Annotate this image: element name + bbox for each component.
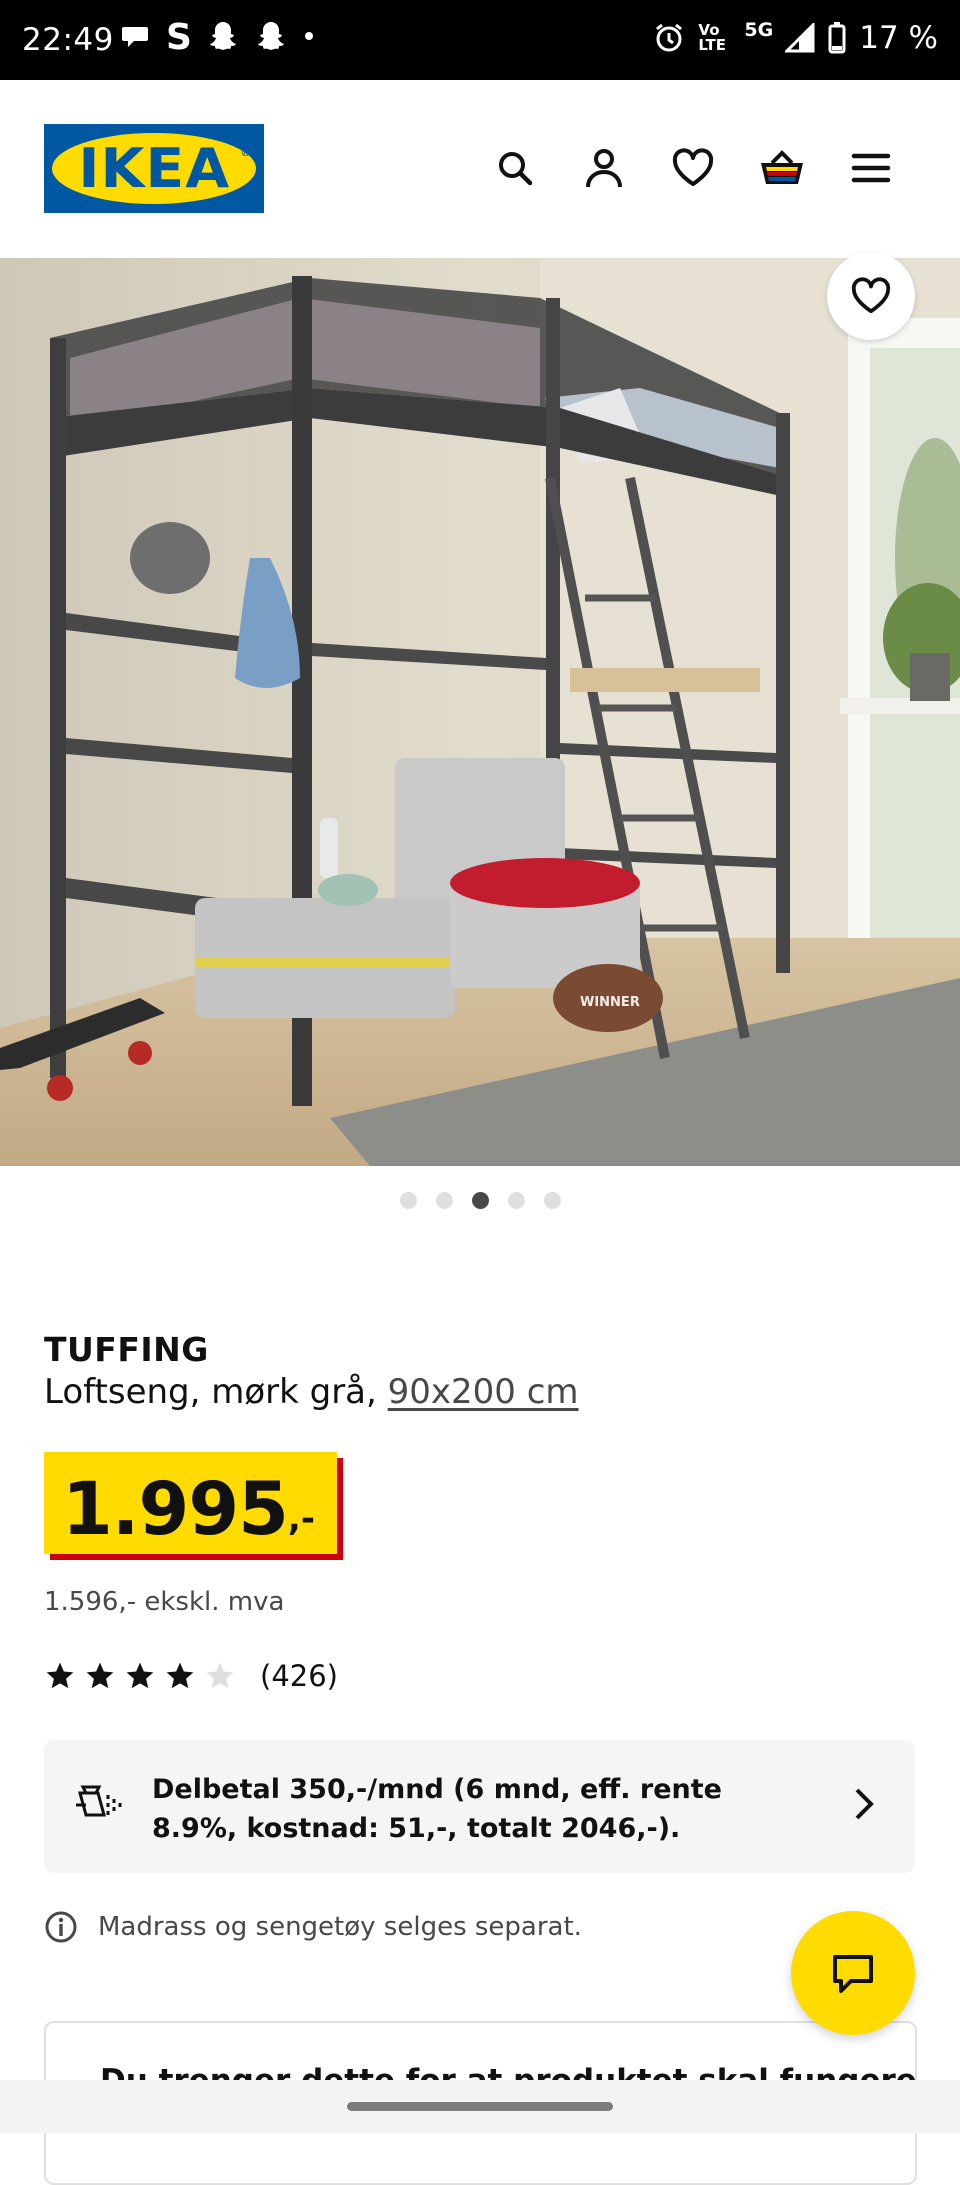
product-image[interactable]: WINNER — [0, 258, 960, 1166]
note-text: Madrass og sengetøy selges separat. — [98, 1912, 582, 1942]
menu-icon[interactable] — [845, 142, 897, 194]
loft-bed-illustration: WINNER — [0, 258, 960, 1166]
payment-split-icon — [76, 1785, 122, 1817]
star-filled-icon — [166, 1662, 194, 1689]
svg-text:S: S — [166, 18, 192, 54]
dot-icon — [305, 32, 313, 40]
site-header: IKEA ® — [0, 80, 960, 258]
status-bar: 22:49 S Vo LTE 5G 17 % — [0, 0, 960, 80]
product-note: Madrass og sengetøy selges separat. — [44, 1910, 582, 1944]
installment-text: Delbetal 350,-/mnd (6 mnd, eff. rente 8.… — [152, 1774, 722, 1844]
alarm-icon — [656, 23, 683, 52]
gallery-dot[interactable] — [436, 1192, 453, 1209]
price-integer: 1.995 — [62, 1467, 289, 1552]
snapchat-icon — [210, 22, 236, 50]
gallery-dot[interactable] — [508, 1192, 525, 1209]
rating-stars — [44, 1660, 236, 1692]
gallery-dot[interactable] — [544, 1192, 561, 1209]
favourites-icon[interactable] — [667, 142, 719, 194]
chat-button[interactable] — [791, 1911, 915, 2035]
price-tag: 1.995 ,- — [44, 1452, 337, 1554]
star-filled-icon — [86, 1662, 114, 1689]
gesture-handle[interactable] — [347, 2102, 613, 2111]
heart-icon — [851, 277, 891, 314]
product-type: Loftseng, mørk grå, — [44, 1372, 388, 1412]
star-filled-icon — [126, 1662, 154, 1689]
system-nav-bar — [0, 2080, 960, 2133]
ball-lettering: WINNER — [580, 995, 640, 1010]
ikea-logo[interactable]: IKEA ® — [44, 124, 264, 213]
system-status: Vo LTE 5G 17 % — [652, 19, 938, 56]
volte-label: Vo LTE — [698, 21, 726, 54]
gallery-dot-active[interactable] — [472, 1192, 489, 1209]
star-empty-icon — [206, 1662, 234, 1689]
product-name: TUFFING — [44, 1330, 209, 1369]
image-favourite-button[interactable] — [827, 252, 915, 340]
info-icon — [45, 1911, 77, 1943]
chevron-right-icon — [855, 1788, 874, 1820]
chat-bubble-icon — [122, 27, 148, 47]
price-suffix: ,- — [287, 1499, 315, 1539]
gallery-pagination — [400, 1192, 561, 1209]
battery-icon — [828, 22, 846, 54]
basket-icon[interactable] — [756, 142, 808, 194]
account-icon[interactable] — [578, 142, 630, 194]
s-app-icon: S — [166, 18, 192, 54]
rating[interactable]: (426) — [44, 1659, 338, 1693]
network-type: 5G — [744, 19, 774, 41]
battery-level: 17 % — [859, 20, 938, 56]
review-count: (426) — [260, 1659, 338, 1693]
logo-text: IKEA — [78, 137, 230, 200]
search-icon[interactable] — [489, 142, 541, 194]
snapchat-icon — [258, 22, 284, 50]
product-description: Loftseng, mørk grå, 90x200 cm — [44, 1372, 579, 1412]
chat-icon — [833, 1955, 873, 1993]
size-link[interactable]: 90x200 cm — [388, 1372, 579, 1412]
installment-offer[interactable]: Delbetal 350,-/mnd (6 mnd, eff. rente 8.… — [44, 1740, 915, 1873]
notification-icons: S — [120, 18, 316, 54]
price-ex-vat: 1.596,- ekskl. mva — [44, 1587, 285, 1617]
gallery-dot[interactable] — [400, 1192, 417, 1209]
star-filled-icon — [46, 1662, 74, 1689]
status-time: 22:49 — [22, 22, 114, 58]
signal-icon — [785, 23, 815, 53]
